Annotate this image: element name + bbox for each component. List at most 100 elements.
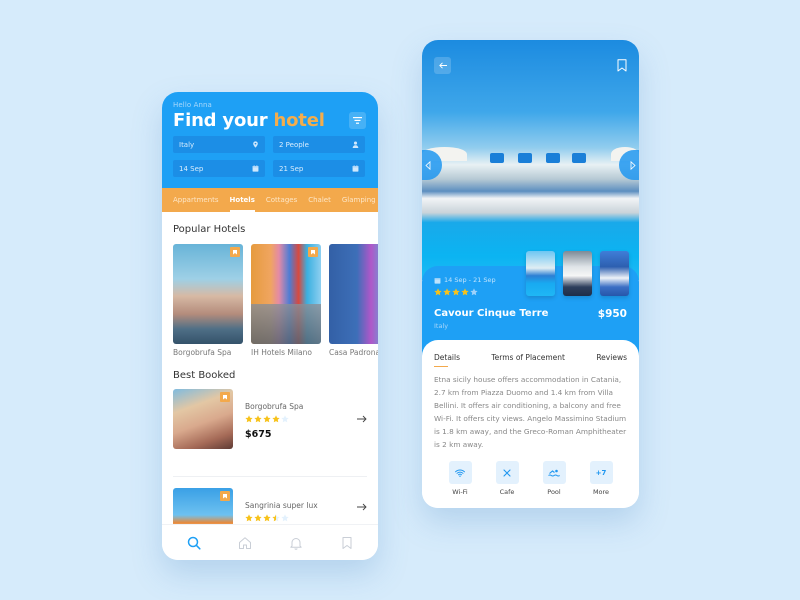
tab-hotels[interactable]: Hotels <box>229 188 256 212</box>
bookmark-icon[interactable] <box>308 247 318 257</box>
lounge-cushion <box>490 153 504 163</box>
check-in-field[interactable]: 14 Sep <box>173 160 265 177</box>
popular-hotel-card[interactable]: Borgobrufa Spa <box>173 244 243 358</box>
amenity-icon-box <box>542 461 566 484</box>
location-pin-icon <box>253 141 258 148</box>
hotel-image <box>329 244 378 344</box>
lounge-cushion <box>518 153 532 163</box>
hotel-price: $675 <box>245 429 272 440</box>
tab-cottages[interactable]: Cottages <box>266 188 297 212</box>
check-out-value: 21 Sep <box>279 164 304 173</box>
hotel-name: IH Hotels Milano <box>251 348 312 357</box>
photo-thumbnails <box>526 251 629 296</box>
star-filled-icon <box>434 288 442 296</box>
star-filled-icon <box>443 288 451 296</box>
amenity-label: Pool <box>547 488 561 496</box>
amenity-label: Wi-Fi <box>452 488 468 496</box>
star-filled-icon <box>461 288 469 296</box>
star-filled-icon <box>452 288 460 296</box>
chevron-left-icon <box>425 160 431 170</box>
tab-details[interactable]: Details <box>434 353 460 367</box>
calendar-icon <box>252 165 259 172</box>
tab-terms-of-placement[interactable]: Terms of Placement <box>491 353 565 367</box>
amenity-wifi[interactable]: Wi-Fi <box>447 461 473 496</box>
hotel-name: Sangrinia super lux <box>245 501 318 510</box>
best-booked-item[interactable]: Borgobrufa Spa $675 <box>173 389 367 476</box>
filter-icon <box>353 117 362 124</box>
amenity-more[interactable]: +7 More <box>588 461 614 496</box>
star-filled-icon <box>245 514 253 522</box>
lounge-cushion <box>572 153 586 163</box>
hotel-info: Borgobrufa Spa $675 <box>245 402 303 440</box>
search-fields: Italy 2 People 14 Sep 21 Sep <box>173 136 367 177</box>
star-empty-icon <box>281 415 289 423</box>
amenity-label: Cafe <box>499 488 515 496</box>
hotel-detail-screen: 14 Sep - 21 Sep Cavour Cinque Terre Ital… <box>422 40 639 508</box>
amenity-cafe[interactable]: Cafe <box>494 461 520 496</box>
hotel-image <box>251 244 321 344</box>
bookmark-icon[interactable] <box>220 491 230 501</box>
hotel-image <box>173 389 233 449</box>
photo-thumbnail[interactable] <box>600 251 629 296</box>
star-filled-icon <box>254 514 262 522</box>
title-accent: hotel <box>273 110 325 131</box>
popular-hotels-title: Popular Hotels <box>173 224 246 235</box>
location-field[interactable]: Italy <box>173 136 265 153</box>
hotel-price: $950 <box>597 308 627 320</box>
bottom-nav <box>162 524 378 560</box>
cutlery-icon <box>503 468 511 477</box>
photo-thumbnail[interactable] <box>563 251 592 296</box>
star-filled-icon <box>272 415 280 423</box>
hotel-name: Borgobrufa Spa <box>173 348 232 357</box>
popular-hotel-card[interactable]: Casa Padronale <box>329 244 378 358</box>
calendar-icon <box>434 277 441 284</box>
best-booked-title: Best Booked <box>173 370 236 381</box>
person-icon <box>352 141 359 148</box>
bookmark-icon[interactable] <box>617 59 627 72</box>
calendar-icon <box>352 165 359 172</box>
star-filled-icon <box>245 415 253 423</box>
home-icon[interactable] <box>238 536 252 550</box>
star-empty-icon <box>281 514 289 522</box>
star-filled-icon <box>263 415 271 423</box>
amenities-list: Wi-Fi Cafe Pool +7 More <box>434 461 627 496</box>
photo-thumbnail[interactable] <box>526 251 555 296</box>
check-out-field[interactable]: 21 Sep <box>273 160 365 177</box>
hotel-name: Cavour Cinque Terre <box>434 308 549 319</box>
tab-reviews[interactable]: Reviews <box>596 353 627 367</box>
amenity-icon-box <box>495 461 519 484</box>
stay-dates-text: 14 Sep - 21 Sep <box>444 276 496 284</box>
back-button[interactable] <box>434 57 451 74</box>
bookmark-icon[interactable] <box>340 536 354 550</box>
star-empty-icon <box>470 288 478 296</box>
filter-button[interactable] <box>349 112 366 129</box>
location-value: Italy <box>179 140 195 149</box>
bookmark-icon[interactable] <box>230 247 240 257</box>
star-filled-icon <box>272 514 280 522</box>
hotel-name: Casa Padronale <box>329 348 378 357</box>
bookmark-icon[interactable] <box>220 392 230 402</box>
tab-glamping[interactable]: Glamping <box>342 188 376 212</box>
pool-icon <box>548 469 560 476</box>
title-main: Find your <box>173 110 268 131</box>
hotel-hero-image <box>422 40 639 280</box>
amenity-pool[interactable]: Pool <box>541 461 567 496</box>
popular-hotel-card[interactable]: IH Hotels Milano <box>251 244 321 358</box>
star-filled-icon <box>254 415 262 423</box>
guests-field[interactable]: 2 People <box>273 136 365 153</box>
arrow-right-icon[interactable] <box>357 503 367 511</box>
tab-chalet[interactable]: Chalet <box>308 188 331 212</box>
guests-value: 2 People <box>279 140 309 149</box>
hotel-info: Sangrinia super lux <box>245 501 318 522</box>
amenity-label: More <box>592 488 610 496</box>
bell-icon[interactable] <box>289 536 303 550</box>
search-icon[interactable] <box>187 536 201 550</box>
tab-appartments[interactable]: Appartments <box>173 188 219 212</box>
amenity-icon-box <box>448 461 472 484</box>
chevron-right-icon <box>630 160 636 170</box>
page-title: Find your hotel <box>173 110 367 131</box>
check-in-value: 14 Sep <box>179 164 204 173</box>
arrow-right-icon[interactable] <box>357 415 367 423</box>
hotel-name: Borgobrufa Spa <box>245 402 304 411</box>
details-card: Details Terms of Placement Reviews Etna … <box>422 340 639 508</box>
